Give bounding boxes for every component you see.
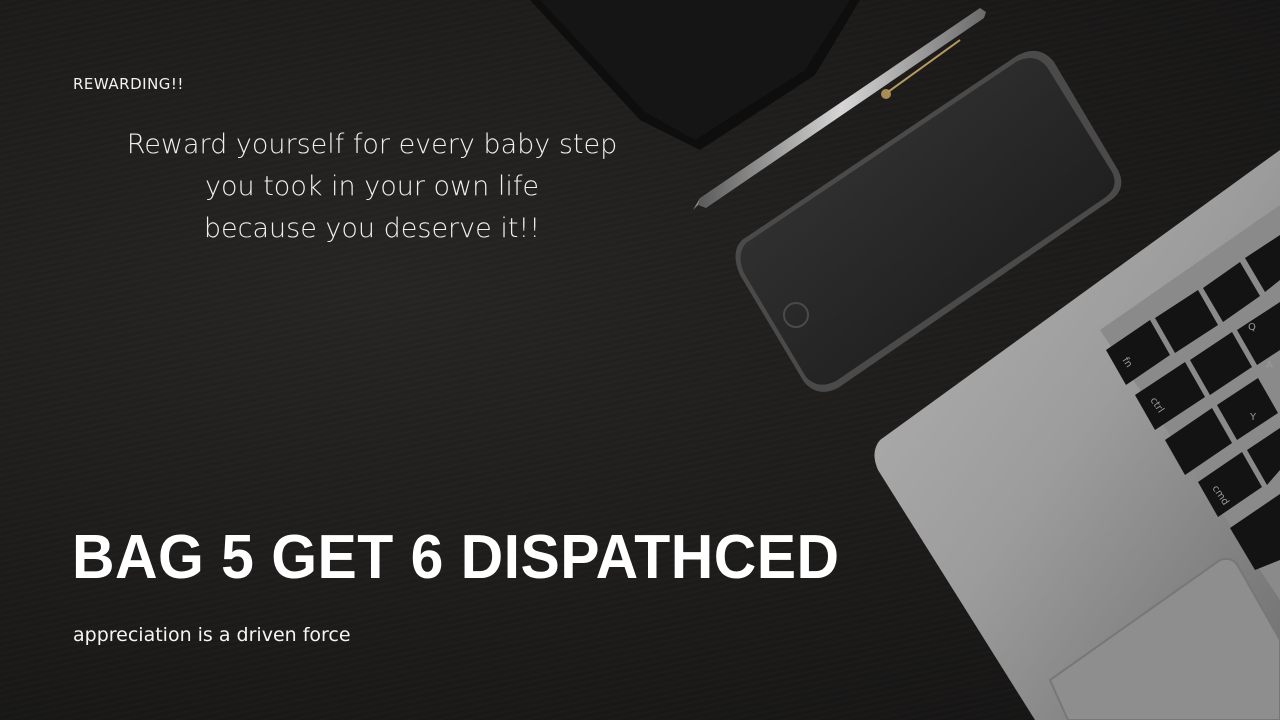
quote-line-3: because you deserve it!!: [203, 213, 541, 244]
quote-line-2: you took in your own life: [205, 171, 539, 202]
quote-block: Reward yourself for every baby step you …: [102, 124, 642, 250]
headline: BAG 5 GET 6 DISPATHCED: [72, 523, 840, 592]
tagline: appreciation is a driven force: [73, 624, 351, 646]
banner-canvas: fn ctrl cmd Q A Y REWARDING!! Reward you…: [0, 0, 1280, 720]
key-q: Q: [1248, 322, 1256, 333]
eyebrow-label: REWARDING!!: [73, 75, 184, 93]
quote-line-1: Reward yourself for every baby step: [126, 129, 618, 160]
key-a: A: [1266, 360, 1273, 371]
key-y: Y: [1249, 412, 1257, 423]
desk-photo: fn ctrl cmd Q A Y: [530, 0, 1280, 720]
